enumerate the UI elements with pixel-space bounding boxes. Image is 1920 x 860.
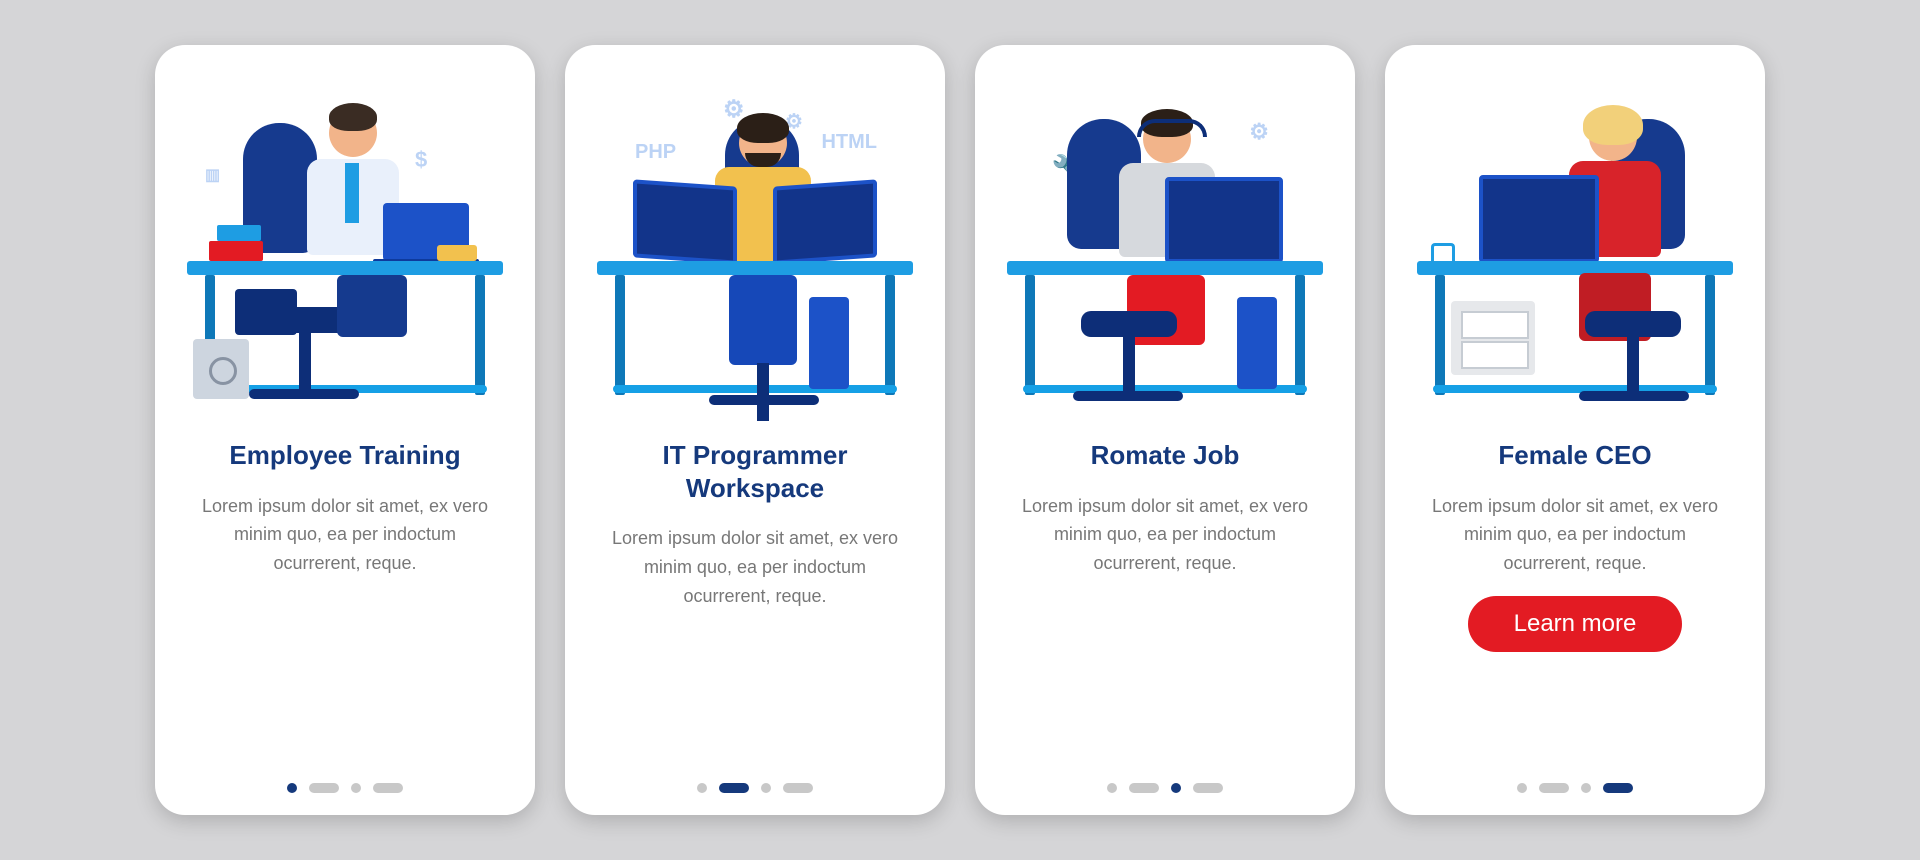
pc-tower xyxy=(1237,297,1277,389)
dot-2[interactable] xyxy=(719,783,749,793)
card-employee-training: ▥ $ Employee Trai xyxy=(155,45,535,815)
person-hair xyxy=(737,113,789,143)
chart-icon: ▥ xyxy=(205,165,220,185)
card-title: Employee Training xyxy=(229,439,460,472)
php-icon: PHP xyxy=(635,141,676,164)
dot-1[interactable] xyxy=(1517,783,1527,793)
chair-seat xyxy=(1081,311,1177,337)
learn-more-button[interactable]: Learn more xyxy=(1468,596,1683,652)
html-icon: HTML xyxy=(821,131,877,154)
card-title: Female CEO xyxy=(1498,439,1651,472)
gear-icon: ⚙︎ xyxy=(1249,119,1269,145)
desk-leg-left xyxy=(1435,275,1445,395)
dot-4[interactable] xyxy=(1603,783,1633,793)
chair-base xyxy=(1073,391,1183,401)
dot-1[interactable] xyxy=(287,783,297,793)
card-body: Lorem ipsum dolor sit amet, ex vero mini… xyxy=(195,492,495,578)
desk-leg-left xyxy=(1025,275,1035,395)
binder-2 xyxy=(217,225,261,241)
dot-4[interactable] xyxy=(783,783,813,793)
illustration-employee-training: ▥ $ xyxy=(187,75,503,415)
safe-dial xyxy=(209,357,237,385)
desk-leg-right xyxy=(1295,275,1305,395)
card-female-ceo: Female CEO Lorem ipsum dolor sit amet, e… xyxy=(1385,45,1765,815)
chair-base xyxy=(709,395,819,405)
chair-post xyxy=(1123,337,1135,395)
desk-bar xyxy=(613,385,897,393)
card-body: Lorem ipsum dolor sit amet, ex vero mini… xyxy=(1425,492,1725,578)
dot-1[interactable] xyxy=(697,783,707,793)
card-remote-job: 🔧 ⚙︎ Romate Job Lorem ipsum dolor sit am… xyxy=(975,45,1355,815)
drawer-1 xyxy=(1461,311,1529,339)
chair-base xyxy=(249,389,359,399)
chair-seat xyxy=(1585,311,1681,337)
headset-icon xyxy=(1137,119,1207,137)
dot-2[interactable] xyxy=(309,783,339,793)
person-hair xyxy=(329,103,377,131)
monitor-right xyxy=(773,179,877,264)
pc-tower xyxy=(809,297,849,389)
monitor xyxy=(1479,175,1599,263)
dot-2[interactable] xyxy=(1539,783,1569,793)
card-title: IT Programmer Workspace xyxy=(597,439,913,504)
chair-post xyxy=(757,363,769,421)
desk xyxy=(1007,261,1323,275)
desk-leg-left xyxy=(615,275,625,395)
dot-3[interactable] xyxy=(761,783,771,793)
card-body: Lorem ipsum dolor sit amet, ex vero mini… xyxy=(605,524,905,610)
coins xyxy=(437,245,477,261)
dot-2[interactable] xyxy=(1129,783,1159,793)
onboarding-cards-row: ▥ $ Employee Trai xyxy=(0,0,1920,860)
card-body: Lorem ipsum dolor sit amet, ex vero mini… xyxy=(1015,492,1315,578)
illustration-female-ceo xyxy=(1417,75,1733,415)
dot-4[interactable] xyxy=(1193,783,1223,793)
desk xyxy=(1417,261,1733,275)
desk xyxy=(187,261,503,275)
page-dots xyxy=(975,783,1355,793)
desk xyxy=(597,261,913,275)
desk-leg-right xyxy=(1705,275,1715,395)
person-hair xyxy=(1583,105,1643,145)
monitor-left xyxy=(633,179,737,264)
dot-3[interactable] xyxy=(1171,783,1181,793)
binder-1 xyxy=(209,241,263,261)
tie xyxy=(345,163,359,223)
chair-post xyxy=(1627,337,1639,395)
page-dots xyxy=(565,783,945,793)
dot-1[interactable] xyxy=(1107,783,1117,793)
drawer-2 xyxy=(1461,341,1529,369)
desk-leg-right xyxy=(885,275,895,395)
dot-3[interactable] xyxy=(1581,783,1591,793)
chair-post xyxy=(299,333,311,391)
card-title: Romate Job xyxy=(1091,439,1240,472)
dot-4[interactable] xyxy=(373,783,403,793)
page-dots xyxy=(1385,783,1765,793)
desk-leg-right xyxy=(475,275,485,395)
person-legs xyxy=(729,275,797,365)
person-legs xyxy=(337,275,407,337)
dollar-icon: $ xyxy=(415,147,427,173)
card-it-programmer: PHP HTML ⚙︎ ⚙︎ IT Programmer Workspace L… xyxy=(565,45,945,815)
page-dots xyxy=(155,783,535,793)
monitor xyxy=(1165,177,1283,263)
briefcase xyxy=(235,289,297,335)
illustration-it-programmer: PHP HTML ⚙︎ ⚙︎ xyxy=(597,75,913,415)
illustration-remote-job: 🔧 ⚙︎ xyxy=(1007,75,1323,415)
dot-3[interactable] xyxy=(351,783,361,793)
chair-base xyxy=(1579,391,1689,401)
